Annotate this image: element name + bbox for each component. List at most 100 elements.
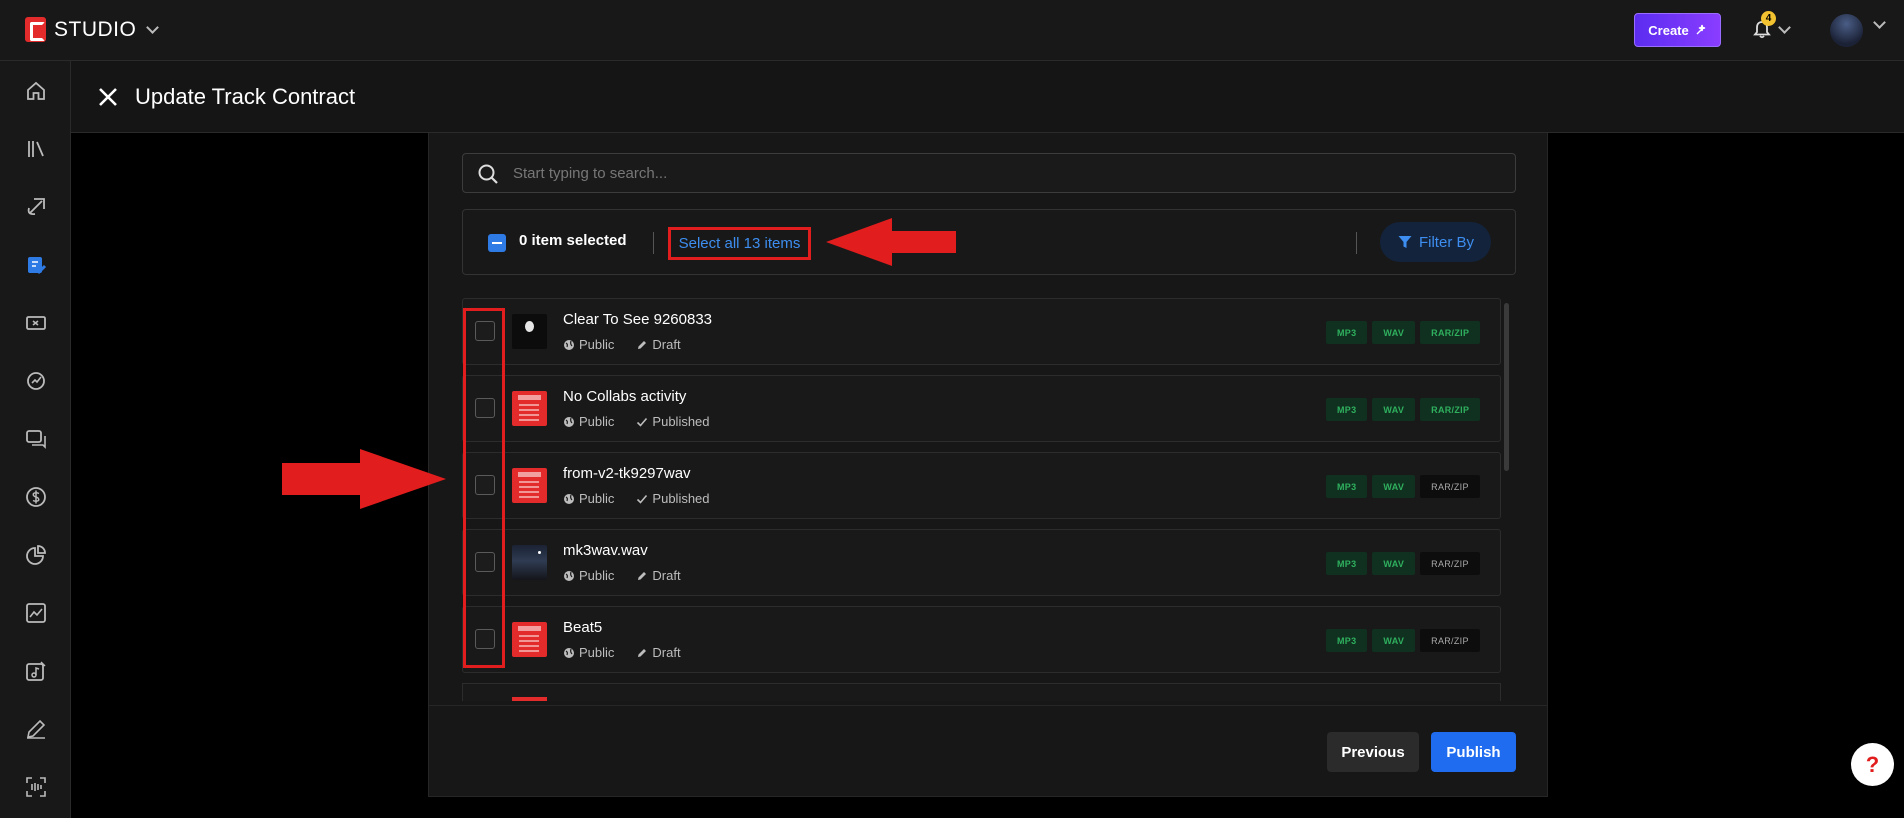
format-tag-rar-zip: RAR/ZIP [1420,475,1480,498]
status-label: Published [652,414,710,429]
messages-icon[interactable] [22,425,50,453]
track-title: mk3wav.wav [563,542,648,559]
top-bar: STUDIO Create 4 [0,0,1904,61]
visibility: Public [563,414,614,429]
visibility-label: Public [579,491,615,506]
sparkle-icon [1696,24,1705,35]
globe-icon [564,647,574,658]
dollar-icon[interactable] [22,483,50,511]
status-label: Published [652,491,710,506]
format-tags: MP3 WAV RAR/ZIP [1326,552,1480,575]
globe-icon [564,416,574,427]
format-tag-rar-zip: RAR/ZIP [1420,552,1480,575]
help-button[interactable]: ? [1851,743,1894,786]
chevron-down-icon [146,20,160,34]
track-title: Beat5 [563,619,603,636]
home-icon[interactable] [22,77,50,105]
visibility: Public [563,645,614,660]
visibility: Public [563,337,614,352]
track-row[interactable]: mk3wav.wav Public Draft MP3 WAV RAR/ZIP [462,529,1501,596]
track-thumbnail [512,697,547,701]
checkbox-column-highlight [463,308,505,668]
format-tag-mp3: MP3 [1326,629,1368,652]
track-title: from-v2-tk9297wav [563,465,691,482]
track-thumbnail [512,622,547,657]
visibility: Public [563,491,614,506]
divider [1356,232,1357,254]
avatar[interactable] [1830,14,1863,47]
format-tag-wav: WAV [1372,398,1416,421]
track-row[interactable]: Beat5 Public Draft MP3 WAV RAR/ZIP [462,606,1501,673]
sidebar [0,61,71,818]
chevron-down-icon[interactable] [1873,16,1886,29]
format-tag-wav: WAV [1372,321,1416,344]
format-tag-rar-zip: RAR/ZIP [1420,321,1481,344]
library-icon[interactable] [22,135,50,163]
visibility-label: Public [579,414,615,429]
scan-icon[interactable] [22,773,50,801]
format-tag-rar-zip: RAR/ZIP [1420,629,1480,652]
pencil-icon [638,648,647,657]
filter-button[interactable]: Filter By [1380,222,1491,262]
list-scrollbar[interactable] [1504,303,1509,471]
publish-button[interactable]: Publish [1431,732,1516,772]
filter-button-label: Filter By [1418,233,1474,251]
pie-chart-icon[interactable] [22,541,50,569]
page-header: Update Track Contract [71,61,1904,133]
chevron-down-icon [1778,21,1791,34]
notifications-button[interactable]: 4 [1752,11,1797,44]
close-icon[interactable] [96,85,120,109]
globe-icon [564,570,574,581]
search-input[interactable] [511,154,1501,192]
search-icon [478,164,498,184]
track-row[interactable]: from-v2-tk9297wav Public Published MP3 W… [462,452,1501,519]
format-tag-wav: WAV [1372,552,1416,575]
visibility-label: Public [579,568,615,583]
track-meta: Public Published [563,491,710,506]
format-tag-rar-zip: RAR/ZIP [1420,398,1481,421]
divider [653,232,654,254]
contract-icon[interactable] [22,251,50,279]
brand-logo-icon [25,17,46,42]
stats-icon[interactable] [22,367,50,395]
select-all-checkbox[interactable] [488,234,506,252]
globe-icon [564,493,574,504]
selected-count: 0 item selected [519,232,627,249]
format-tags: MP3 WAV RAR/ZIP [1326,321,1481,344]
format-tags: MP3 WAV RAR/ZIP [1326,398,1481,421]
selection-bar: 0 item selected Select all 13 items Filt… [462,209,1516,275]
status: Published [636,414,710,429]
track-meta: Public Draft [563,568,681,583]
track-meta: Public Draft [563,337,681,352]
track-thumbnail [512,314,547,349]
track-row[interactable] [462,683,1501,701]
status: Draft [636,568,681,583]
pencil-icon [638,571,647,580]
trend-icon[interactable] [22,599,50,627]
filter-icon [1398,236,1412,248]
status-label: Draft [652,568,681,583]
music-edit-icon[interactable] [22,657,50,685]
track-row[interactable]: No Collabs activity Public Published MP3… [462,375,1501,442]
check-icon [637,417,648,427]
format-tags: MP3 WAV RAR/ZIP [1326,475,1480,498]
pencil-icon [638,340,647,349]
annotation-arrow-icon [282,449,446,509]
create-button[interactable]: Create [1634,13,1721,47]
select-all-link[interactable]: Select all 13 items [668,227,811,260]
brand-name: STUDIO [54,17,137,41]
brand-menu[interactable]: STUDIO [25,17,160,42]
visibility-label: Public [579,337,615,352]
pen-icon[interactable] [22,715,50,743]
page-title: Update Track Contract [135,84,356,109]
footer-divider [429,705,1547,706]
upload-icon[interactable] [22,193,50,221]
format-tag-wav: WAV [1372,629,1416,652]
track-row[interactable]: Clear To See 9260833 Public Draft MP3 WA… [462,298,1501,365]
track-title: Clear To See 9260833 [563,311,713,328]
ticket-icon[interactable] [22,309,50,337]
check-icon [637,494,648,504]
previous-button[interactable]: Previous [1327,732,1419,772]
visibility-label: Public [579,645,615,660]
notification-badge: 4 [1761,11,1776,26]
